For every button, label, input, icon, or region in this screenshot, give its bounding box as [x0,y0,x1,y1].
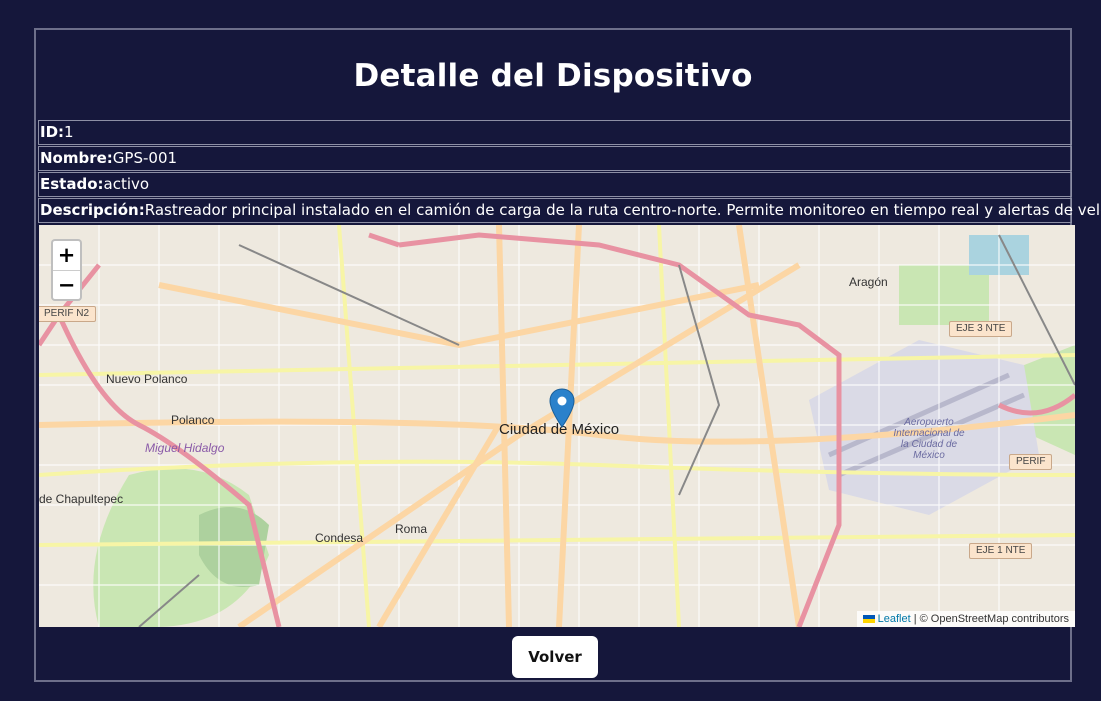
map-label-airport: Aeropuerto Internacional de la Ciudad de… [893,417,965,461]
device-location-map[interactable]: + − PERIF N2 EJE 3 NTE EJE 1 NTE PERIF N… [39,225,1075,627]
perif-shield: PERIF [1009,454,1053,470]
description-label: Descripción: [40,201,145,219]
map-label-roma: Roma [395,522,428,536]
ukraine-flag-icon [862,615,875,623]
attribution-text: | © OpenStreetMap contributors [910,613,1069,625]
map-label-aragon: Aragón [849,275,888,289]
map-attribution: Leaflet | © OpenStreetMap contributors [856,611,1075,627]
map-label-nuevo-polanco: Nuevo Polanco [106,372,188,386]
back-button[interactable]: Volver [512,636,598,678]
name-value: GPS-001 [112,149,178,167]
device-name-row: Nombre:GPS-001 [38,146,1072,171]
device-detail-panel: Detalle del Dispositivo ID:1 Nombre:GPS-… [34,28,1101,682]
zoom-out-button[interactable]: − [53,271,80,300]
perif-n2-shield: PERIF N2 [39,306,97,322]
zoom-in-button[interactable]: + [53,241,80,271]
map-label-polanco: Polanco [171,413,215,427]
status-label: Estado: [40,175,104,193]
id-label: ID: [40,123,65,141]
map-label-miguel-hidalgo: Miguel Hidalgo [145,441,225,455]
description-value: Rastreador principal instalado en el cam… [144,201,1101,219]
eje1-shield: EJE 1 NTE [969,543,1033,559]
location-marker-icon[interactable] [549,388,575,428]
map-label-chapultepec: de Chapultepec [39,492,124,506]
name-label: Nombre: [40,149,113,167]
device-status-row: Estado:activo [38,172,1072,197]
leaflet-link[interactable]: Leaflet [878,613,911,625]
id-value: 1 [64,123,74,141]
map-label-condesa: Condesa [315,531,364,545]
status-value: activo [103,175,150,193]
zoom-control: + − [51,239,82,301]
device-id-row: ID:1 [38,120,1072,145]
page-title: Detalle del Dispositivo [353,58,753,94]
device-description-row: Descripción:Rastreador principal instala… [38,198,1101,223]
eje3-shield: EJE 3 NTE [949,321,1013,337]
